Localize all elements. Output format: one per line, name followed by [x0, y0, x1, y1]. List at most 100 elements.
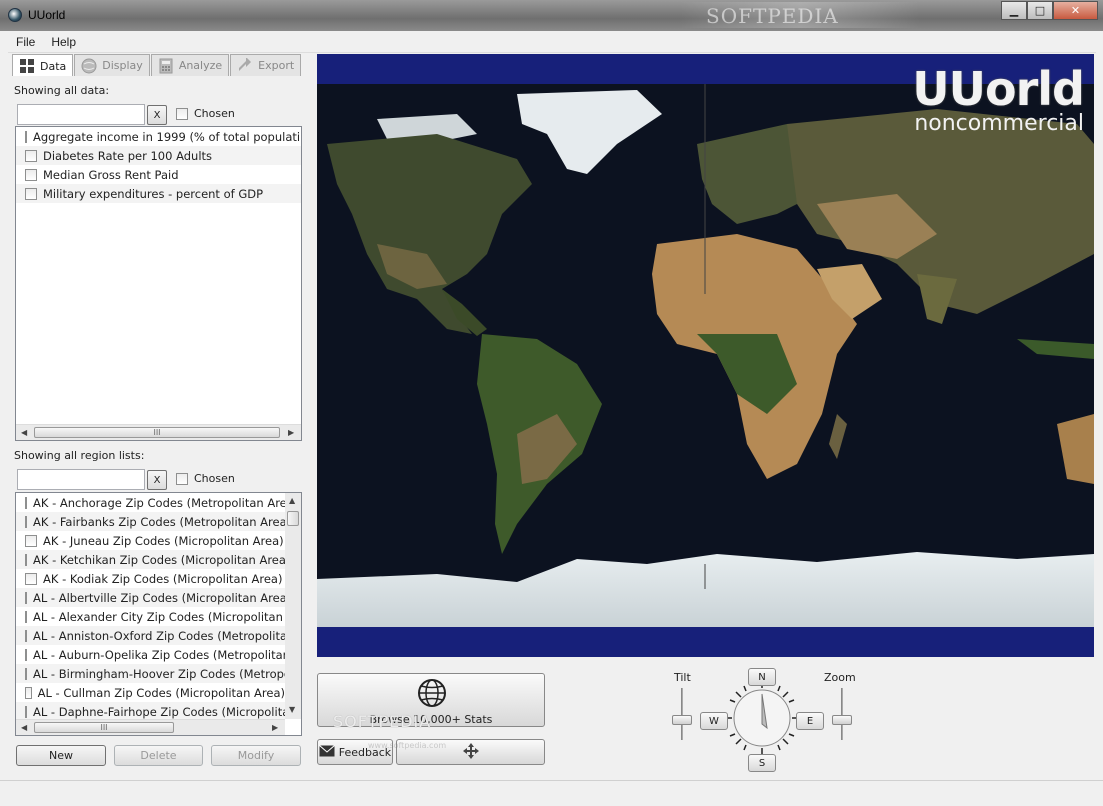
scroll-thumb[interactable]: III [34, 722, 174, 733]
tab-analyze[interactable]: Analyze [150, 54, 230, 76]
list-item[interactable]: AL - Alexander City Zip Codes (Micropoli… [16, 607, 285, 626]
list-item-checkbox[interactable] [25, 648, 27, 661]
tilt-slider-track[interactable] [681, 688, 683, 740]
list-item-label: AL - Cullman Zip Codes (Micropolitan Are… [37, 685, 285, 700]
scroll-thumb[interactable]: III [34, 427, 280, 438]
list-item-checkbox[interactable] [25, 168, 37, 181]
list-item-checkbox[interactable] [25, 705, 27, 718]
list-item[interactable]: AL - Anniston-Oxford Zip Codes (Metropol… [16, 626, 285, 645]
scroll-left-arrow-icon[interactable]: ◀ [21, 723, 27, 732]
modify-button[interactable]: Modify [211, 745, 301, 766]
data-list[interactable]: Aggregate income in 1999 (% of total pop… [15, 126, 302, 441]
new-button[interactable]: New [16, 745, 106, 766]
list-item[interactable]: AL - Cullman Zip Codes (Micropolitan Are… [16, 683, 285, 702]
close-button[interactable]: ✕ [1053, 1, 1098, 20]
list-item[interactable]: Diabetes Rate per 100 Adults [16, 146, 301, 165]
list-item-checkbox[interactable] [25, 686, 32, 699]
watermark-text: SOFTPEDIA [706, 4, 839, 28]
list-item-checkbox[interactable] [25, 515, 27, 528]
grid-icon [19, 58, 35, 74]
list-item-label: Median Gross Rent Paid [43, 167, 179, 182]
compass[interactable] [722, 678, 802, 761]
data-list-hscrollbar[interactable]: ◀ III ▶ [16, 424, 301, 440]
south-button[interactable]: S [748, 754, 776, 772]
list-item[interactable]: AK - Ketchikan Zip Codes (Micropolitan A… [16, 550, 285, 569]
window-title: UUorld [28, 8, 66, 22]
list-item-label: AL - Daphne-Fairhope Zip Codes (Micropol… [33, 704, 285, 719]
east-button[interactable]: E [796, 712, 824, 730]
map-view[interactable]: UUorld noncommercial [317, 54, 1094, 657]
tab-export[interactable]: Export [230, 54, 302, 76]
data-search-input[interactable] [17, 104, 145, 125]
zoom-slider-track[interactable] [841, 688, 843, 740]
list-item-checkbox[interactable] [25, 496, 27, 509]
list-item-checkbox[interactable] [25, 572, 37, 585]
list-item-label: AK - Kodiak Zip Codes (Micropolitan Area… [43, 571, 283, 586]
list-item-label: Military expenditures - percent of GDP [43, 186, 264, 201]
zoom-slider-thumb[interactable] [832, 715, 852, 725]
list-item-label: AK - Anchorage Zip Codes (Metropolitan A… [33, 495, 285, 510]
list-item-label: AL - Albertville Zip Codes (Micropolitan… [33, 590, 285, 605]
scroll-right-arrow-icon[interactable]: ▶ [272, 723, 278, 732]
region-chosen-toggle[interactable]: Chosen [176, 472, 235, 485]
list-item[interactable]: AK - Anchorage Zip Codes (Metropolitan A… [16, 493, 285, 512]
region-list[interactable]: AK - Anchorage Zip Codes (Metropolitan A… [15, 492, 302, 736]
list-item[interactable]: Aggregate income in 1999 (% of total pop… [16, 127, 301, 146]
list-item[interactable]: AL - Birmingham-Hoover Zip Codes (Metrop… [16, 664, 285, 683]
data-clear-button[interactable]: X [147, 105, 167, 125]
region-list-hscrollbar[interactable]: ◀ III ▶ [16, 719, 285, 735]
delete-button[interactable]: Delete [114, 745, 203, 766]
list-item-label: Aggregate income in 1999 (% of total pop… [33, 129, 301, 144]
tab-display[interactable]: Display [74, 54, 150, 76]
region-list-vscrollbar[interactable]: ▲ ▼ [285, 493, 301, 719]
list-item-checkbox[interactable] [25, 591, 27, 604]
scroll-left-arrow-icon[interactable]: ◀ [21, 428, 27, 437]
list-item-checkbox[interactable] [25, 610, 27, 623]
list-item[interactable]: AL - Auburn-Opelika Zip Codes (Metropoli… [16, 645, 285, 664]
menu-file[interactable]: File [8, 35, 43, 49]
globe-icon [417, 678, 447, 711]
list-item-label: AK - Ketchikan Zip Codes (Micropolitan A… [33, 552, 285, 567]
softpedia-watermark: SOFTPEDIA [333, 712, 432, 731]
region-chosen-checkbox[interactable] [176, 472, 188, 485]
list-item-checkbox[interactable] [25, 187, 37, 200]
region-search-input[interactable] [17, 469, 145, 490]
scroll-thumb[interactable] [287, 511, 299, 526]
list-item[interactable]: AL - Albertville Zip Codes (Micropolitan… [16, 588, 285, 607]
tab-display-label: Display [102, 59, 143, 72]
list-item[interactable]: AK - Kodiak Zip Codes (Micropolitan Area… [16, 569, 285, 588]
list-item-checkbox[interactable] [25, 629, 27, 642]
region-chosen-label: Chosen [194, 472, 235, 485]
brand-title: UUorld [912, 62, 1085, 116]
north-button[interactable]: N [748, 668, 776, 686]
tilt-slider-thumb[interactable] [672, 715, 692, 725]
data-chosen-toggle[interactable]: Chosen [176, 107, 235, 120]
list-item[interactable]: AK - Juneau Zip Codes (Micropolitan Area… [16, 531, 285, 550]
region-clear-button[interactable]: X [147, 470, 167, 490]
compass-dial-icon [726, 682, 798, 754]
softpedia-url: www.softpedia.com [368, 741, 447, 750]
data-chosen-label: Chosen [194, 107, 235, 120]
list-item-checkbox[interactable] [25, 667, 27, 680]
list-item-checkbox[interactable] [25, 149, 37, 162]
list-item[interactable]: AK - Fairbanks Zip Codes (Metropolitan A… [16, 512, 285, 531]
menu-help[interactable]: Help [43, 35, 84, 49]
list-item-checkbox[interactable] [25, 534, 37, 547]
tab-data-label: Data [40, 59, 67, 73]
list-item[interactable]: Median Gross Rent Paid [16, 165, 301, 184]
west-button[interactable]: W [700, 712, 728, 730]
data-chosen-checkbox[interactable] [176, 107, 188, 120]
title-bar[interactable]: UUorld SOFTPEDIA ▁ □ ✕ [0, 0, 1103, 31]
scroll-up-arrow-icon[interactable]: ▲ [289, 496, 295, 505]
minimize-button[interactable]: ▁ [1001, 1, 1027, 20]
list-item[interactable]: Military expenditures - percent of GDP [16, 184, 301, 203]
maximize-button[interactable]: □ [1027, 1, 1053, 20]
list-item-checkbox[interactable] [25, 130, 27, 143]
scroll-right-arrow-icon[interactable]: ▶ [288, 428, 294, 437]
tab-data[interactable]: Data [12, 54, 74, 77]
tilt-label: Tilt [674, 671, 691, 684]
list-item-checkbox[interactable] [25, 553, 27, 566]
tab-bar: Data Display Analyze Export [12, 54, 302, 77]
scroll-down-arrow-icon[interactable]: ▼ [289, 705, 295, 714]
world-map[interactable] [317, 84, 1094, 627]
